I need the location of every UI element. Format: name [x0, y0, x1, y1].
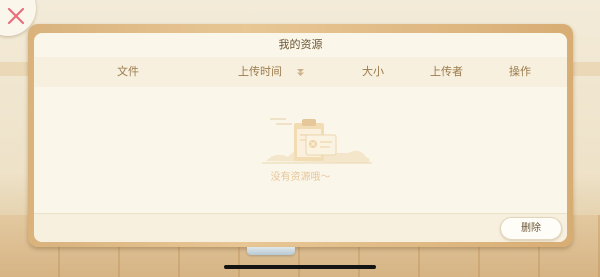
panel-title: 我的资源: [278, 38, 323, 51]
column-size: 大小: [362, 65, 384, 78]
column-uploader: 上传者: [430, 65, 463, 78]
close-icon: [7, 7, 25, 25]
column-upload-time[interactable]: 上传时间: [238, 57, 282, 87]
panel-footer: 删除: [34, 213, 567, 242]
sort-desc-icon[interactable]: [296, 68, 305, 77]
frame-hanger: [247, 247, 295, 255]
column-file: 文件: [117, 65, 139, 78]
column-actions: 操作: [509, 65, 531, 78]
delete-button[interactable]: 删除: [500, 217, 562, 240]
resource-panel: 我的资源 文件 上传时间 大小 上传者 操作 没有资源哦～ 删除: [34, 33, 567, 242]
empty-clipboard-icon: [262, 118, 372, 164]
table-header: 文件 上传时间 大小 上传者 操作: [34, 57, 567, 87]
home-indicator: [224, 265, 376, 269]
empty-message: 没有资源哦～: [270, 172, 331, 183]
